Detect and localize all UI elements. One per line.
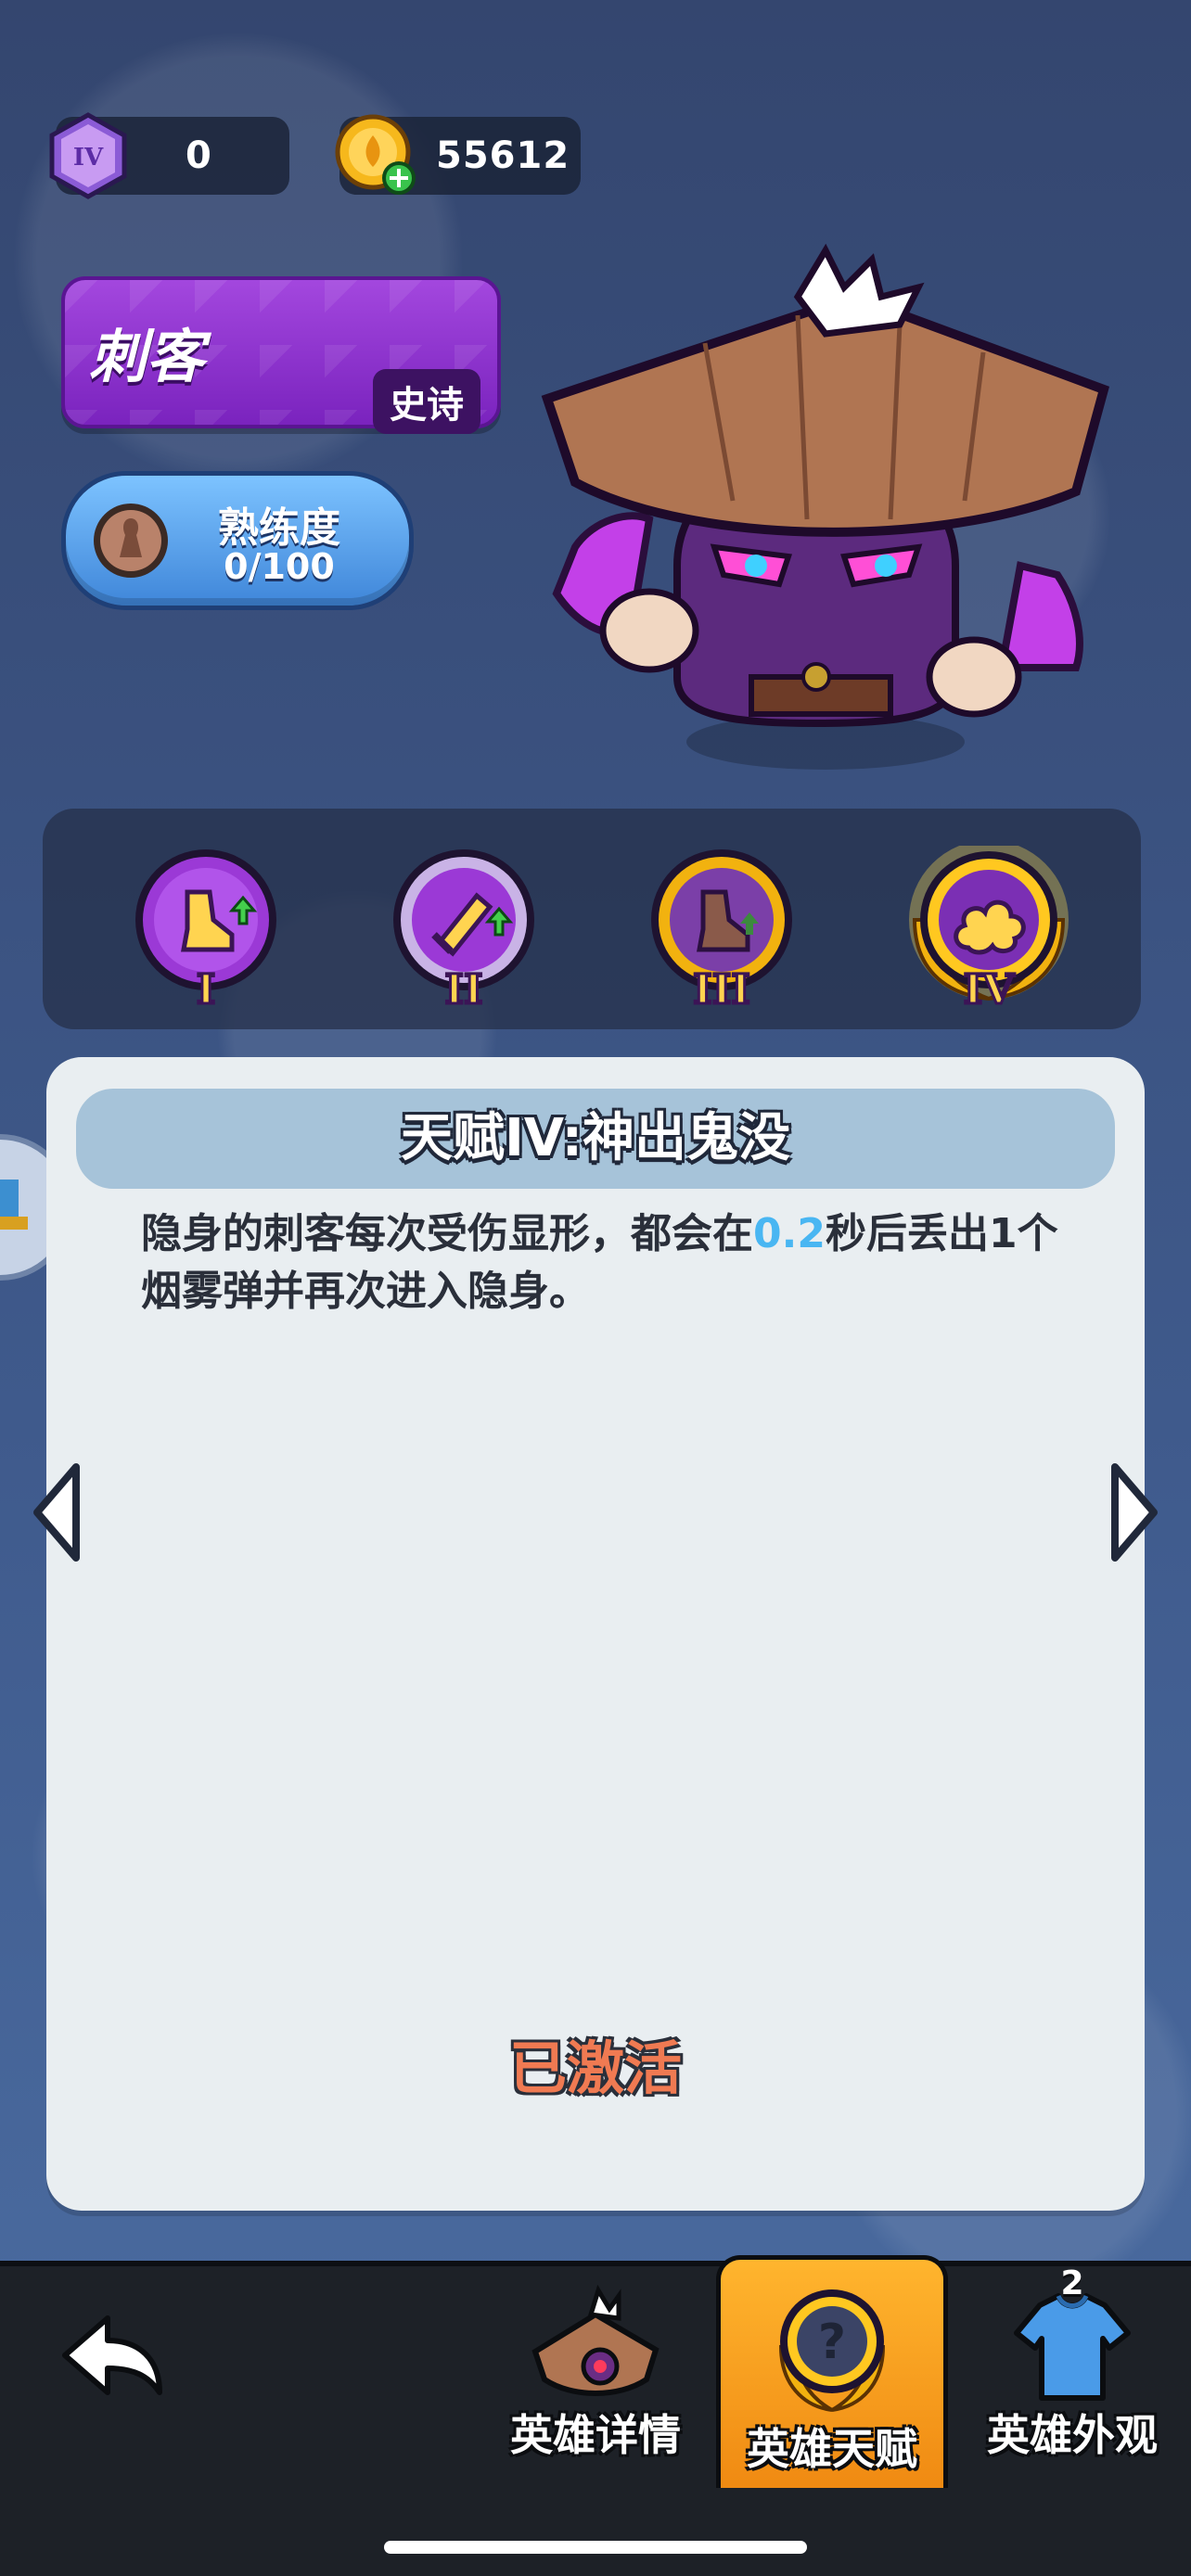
gem-iv-icon: IV — [49, 112, 127, 199]
tab-hero-appearance[interactable]: 2 英雄外观 — [961, 2261, 1184, 2474]
talent-3-badge: III — [651, 849, 792, 1013]
activation-status: 已激活 — [508, 2034, 682, 2102]
gem-currency[interactable]: IV 0 — [49, 112, 289, 199]
talent-question-icon: ? — [778, 2289, 886, 2412]
bronze-medal-icon — [94, 504, 168, 578]
hero-name: 刺客 — [89, 323, 205, 390]
proficiency-label: 熟练度 — [218, 504, 340, 552]
talent-description: 隐身的刺客每次受伤显形，都会在0.2秒后丢出1个烟雾弹并再次进入隐身。 — [141, 1205, 1078, 1320]
home-indicator[interactable] — [384, 2541, 807, 2554]
rarity-badge: 史诗 — [373, 369, 480, 434]
talent-selector: I II III IV — [43, 809, 1141, 1029]
talent-2-badge: II — [393, 849, 534, 1013]
next-arrow-icon[interactable] — [1104, 1461, 1163, 1563]
talent-2-button[interactable]: II — [390, 846, 538, 1013]
hero-portrait-icon — [531, 2284, 660, 2396]
talent-4-badge: IV — [909, 846, 1069, 1013]
gold-coin-add-icon — [335, 114, 416, 195]
talent-2-numeral: II — [444, 966, 482, 1013]
appearance-count-badge: 2 — [1060, 2264, 1084, 2302]
gem-count: 0 — [186, 134, 212, 177]
hero-name-card: 刺客 史诗 — [61, 276, 501, 434]
tab-hero-talent[interactable]: ? 英雄天赋 — [716, 2255, 948, 2488]
proficiency-value: 0/100 — [224, 546, 335, 587]
talent-3-numeral: III — [693, 966, 750, 1013]
prev-arrow-icon[interactable] — [28, 1461, 87, 1563]
talent-description-text: 隐身的刺客每次受伤显形，都会在 — [141, 1210, 753, 1257]
coin-currency[interactable]: 55612 — [335, 114, 581, 195]
tab-hero-appearance-label: 英雄外观 — [987, 2410, 1158, 2460]
back-arrow-icon[interactable] — [56, 2309, 167, 2411]
gem-icon-label: IV — [73, 144, 104, 172]
talent-title: 天赋IV:神出鬼没 — [76, 1089, 1115, 1189]
assassin-hero-art — [541, 243, 1110, 770]
coin-count: 55612 — [436, 134, 570, 177]
talent-4-numeral: IV — [964, 966, 1016, 1013]
bottom-safe-area — [0, 2483, 1191, 2576]
tab-hero-details[interactable]: 英雄详情 — [484, 2261, 707, 2474]
talent-1-button[interactable]: I — [132, 846, 280, 1013]
proficiency-button[interactable]: 熟练度 0/100 — [61, 471, 414, 610]
svg-text:?: ? — [818, 2315, 846, 2370]
talent-1-badge: I — [135, 849, 276, 1013]
tab-hero-details-label: 英雄详情 — [510, 2410, 681, 2460]
tab-hero-talent-label: 英雄天赋 — [747, 2424, 917, 2474]
talent-4-button[interactable]: IV — [896, 846, 1082, 1013]
talent-duration-value: 0.2 — [753, 1210, 826, 1257]
talent-detail-panel: 天赋IV:神出鬼没 隐身的刺客每次受伤显形，都会在0.2秒后丢出1个烟雾弹并再次… — [46, 1057, 1145, 2211]
talent-1-numeral: I — [197, 966, 216, 1013]
talent-3-button[interactable]: III — [647, 846, 796, 1013]
